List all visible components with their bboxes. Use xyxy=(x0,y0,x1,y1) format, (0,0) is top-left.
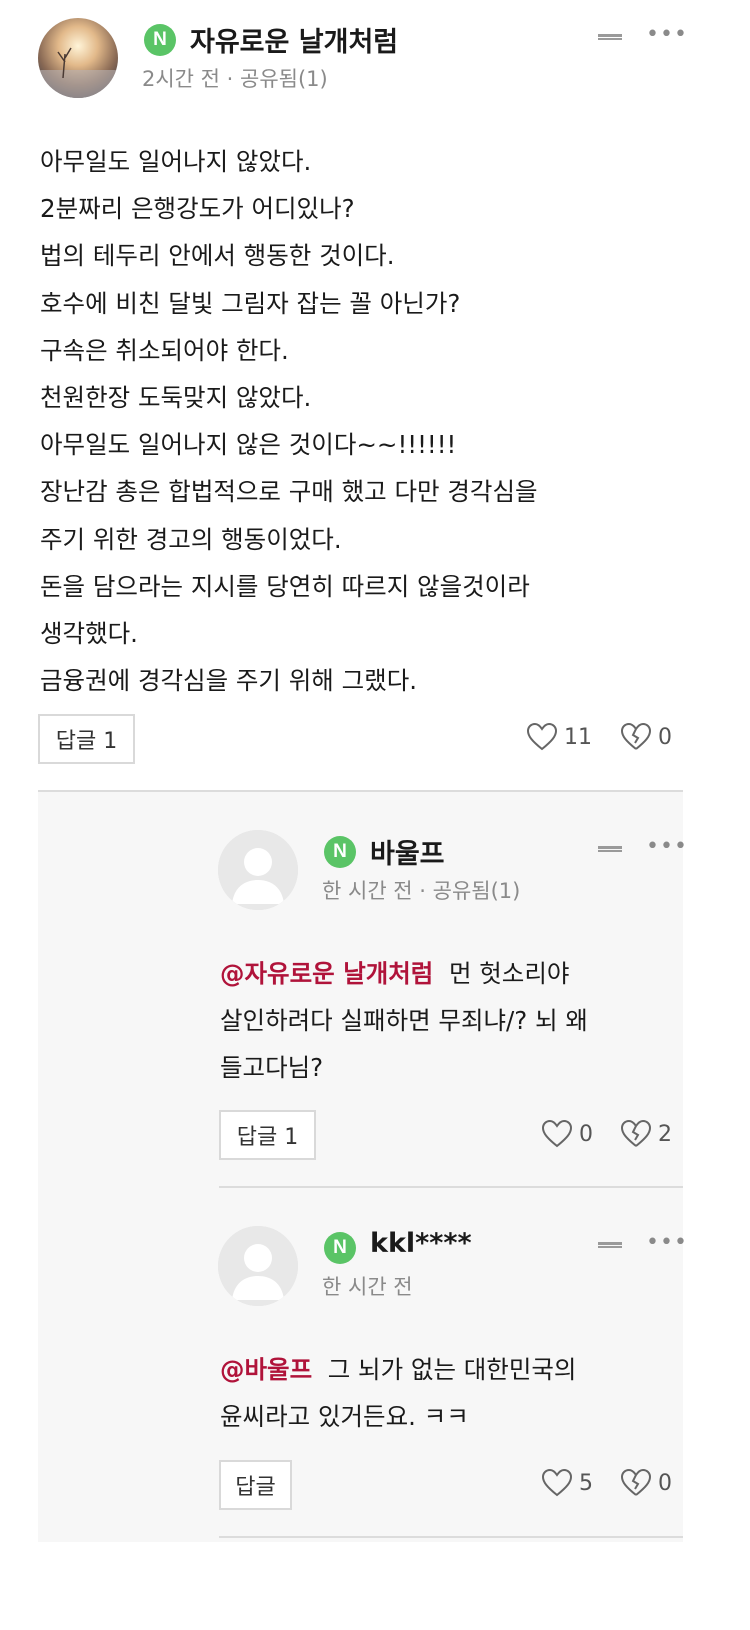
comment-body: 아무일도 일어나지 않았다. 2분짜리 은행강도가 어디있나? 법의 테두리 안… xyxy=(40,138,538,704)
like-count: 11 xyxy=(564,724,592,750)
dislike-count: 0 xyxy=(658,1470,672,1496)
more-options-icon[interactable]: ••• xyxy=(646,836,688,858)
drag-handle-icon[interactable] xyxy=(598,34,622,43)
comment-line: 구속은 취소되어야 한다. xyxy=(40,335,289,365)
like-button[interactable]: 11 xyxy=(526,722,592,752)
comment-meta: 2시간 전 · 공유됨(1) xyxy=(142,67,328,91)
mention-link[interactable]: @자유로운 날개처럼 xyxy=(220,959,433,988)
reply-body: @자유로운 날개처럼 먼 헛소리야 살인하려다 실패하면 무죄냐/? 뇌 왜 들… xyxy=(220,950,588,1092)
comment-line: 주기 위한 경고의 행동이었다. xyxy=(40,524,342,554)
reply-divider xyxy=(219,1536,683,1538)
comment-line: 호수에 비친 달빛 그림자 잡는 꼴 아닌가? xyxy=(40,288,461,318)
reply-avatar[interactable] xyxy=(218,1226,298,1306)
dislike-count: 2 xyxy=(658,1121,672,1147)
reply-divider xyxy=(219,1186,683,1188)
mention-link[interactable]: @바울프 xyxy=(220,1355,312,1384)
reply-button[interactable]: 답글 xyxy=(219,1460,292,1510)
heart-icon xyxy=(541,1468,573,1497)
like-count: 0 xyxy=(579,1121,593,1147)
comment-line: 아무일도 일어나지 않았다. xyxy=(40,147,312,176)
reply-button-label: 답글 1 xyxy=(55,729,118,754)
reply-button[interactable]: 답글 1 xyxy=(38,714,135,764)
like-button[interactable]: 5 xyxy=(541,1468,593,1498)
comment-line: 아무일도 일어나지 않은 것이다~~!!!!!! xyxy=(40,430,457,460)
more-options-icon[interactable]: ••• xyxy=(646,1232,688,1254)
reply-meta: 한 시간 전 · 공유됨(1) xyxy=(322,879,521,903)
author-avatar[interactable] xyxy=(38,18,118,98)
heart-icon xyxy=(526,722,558,751)
comment-line: 장난감 총은 합법적으로 구매 했고 다만 경각심을 xyxy=(40,477,538,507)
reply-text: 들고다님? xyxy=(220,1053,324,1083)
reply-meta: 한 시간 전 xyxy=(322,1275,413,1299)
comment-line: 돈을 담으라는 지시를 당연히 따르지 않을것이라 xyxy=(40,571,530,601)
broken-heart-icon xyxy=(620,722,652,750)
reply-nickname[interactable]: kkl**** xyxy=(370,1228,472,1259)
dislike-button[interactable]: 0 xyxy=(620,1468,672,1498)
comment-line: 천원한장 도둑맞지 않았다. xyxy=(40,383,312,413)
reply-nickname[interactable]: 바울프 xyxy=(370,832,445,871)
more-options-icon[interactable]: ••• xyxy=(646,24,688,46)
comment-line: 법의 테두리 안에서 행동한 것이다. xyxy=(40,241,395,271)
broken-heart-icon xyxy=(620,1468,652,1496)
naver-badge-icon: N xyxy=(144,24,176,56)
reply-text: 먼 헛소리야 xyxy=(448,959,570,988)
like-button[interactable]: 0 xyxy=(541,1119,593,1149)
dislike-button[interactable]: 0 xyxy=(620,722,672,752)
reply-text: 살인하려다 실패하면 무죄냐/? 뇌 왜 xyxy=(220,1006,588,1036)
reply-button[interactable]: 답글 1 xyxy=(219,1110,316,1160)
drag-handle-icon[interactable] xyxy=(598,1242,622,1251)
dislike-button[interactable]: 2 xyxy=(620,1119,672,1149)
broken-heart-icon xyxy=(620,1119,652,1147)
reply-text: 윤씨라고 있거든요. ㅋㅋ xyxy=(220,1402,469,1432)
reply-button-label: 답글 xyxy=(235,1475,276,1500)
naver-badge-icon: N xyxy=(324,836,356,868)
reply-button-label: 답글 1 xyxy=(236,1125,299,1150)
drag-handle-icon[interactable] xyxy=(598,846,622,855)
comment-line: 생각했다. xyxy=(40,619,138,649)
dislike-count: 0 xyxy=(658,724,672,750)
reply-text: 그 뇌가 없는 대한민국의 xyxy=(327,1355,577,1384)
like-count: 5 xyxy=(579,1470,593,1496)
reply-avatar[interactable] xyxy=(218,830,298,910)
heart-icon xyxy=(541,1119,573,1148)
comment-line: 금융권에 경각심을 주기 위해 그랬다. xyxy=(40,666,418,696)
reply-body: @바울프 그 뇌가 없는 대한민국의 윤씨라고 있거든요. ㅋㅋ xyxy=(220,1346,576,1440)
comment-line: 2분짜리 은행강도가 어디있나? xyxy=(40,194,355,224)
author-nickname[interactable]: 자유로운 날개처럼 xyxy=(190,20,398,59)
naver-badge-icon: N xyxy=(324,1232,356,1264)
